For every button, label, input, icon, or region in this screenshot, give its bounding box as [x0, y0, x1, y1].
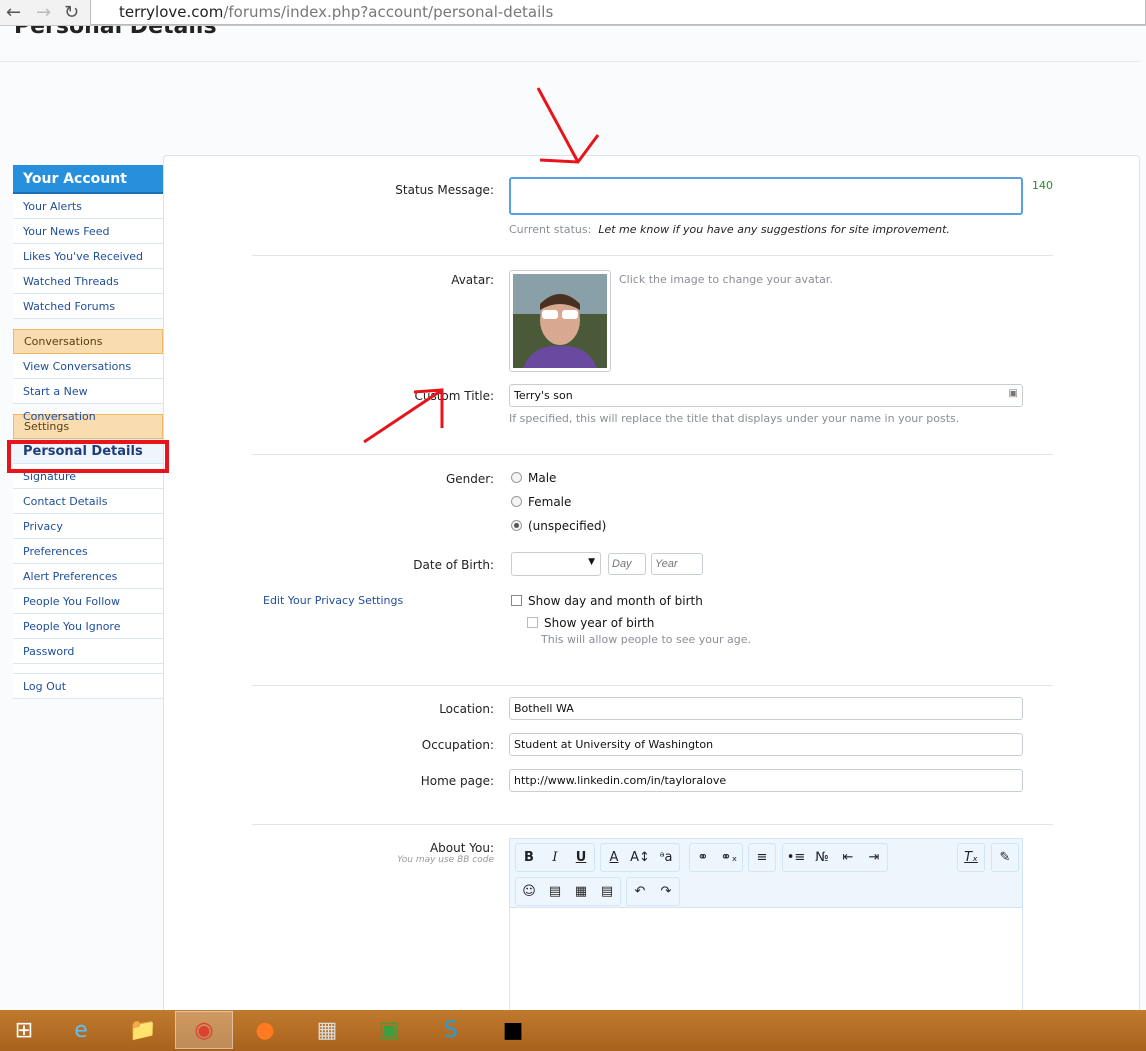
highlight-box	[7, 440, 169, 473]
firefox-icon[interactable]: ●	[236, 1011, 294, 1049]
skype-icon[interactable]: S	[422, 1011, 480, 1049]
annotations	[7, 87, 600, 473]
calculator-icon[interactable]: ▦	[298, 1011, 356, 1049]
command-prompt-icon[interactable]: ■	[484, 1011, 542, 1049]
windows-start-icon[interactable]: ⊞	[0, 1011, 48, 1049]
red-arrow-status	[536, 87, 600, 164]
chrome-icon[interactable]: ◉	[175, 1011, 233, 1049]
store-icon[interactable]: ▣	[360, 1011, 418, 1049]
internet-explorer-icon[interactable]: e	[52, 1011, 110, 1049]
windows-taskbar: ⊞ e 📁 ◉ ● ▦ ▣ S ■	[0, 1010, 1146, 1051]
red-arrow-custom-title	[363, 388, 444, 444]
file-explorer-icon[interactable]: 📁	[114, 1011, 172, 1049]
